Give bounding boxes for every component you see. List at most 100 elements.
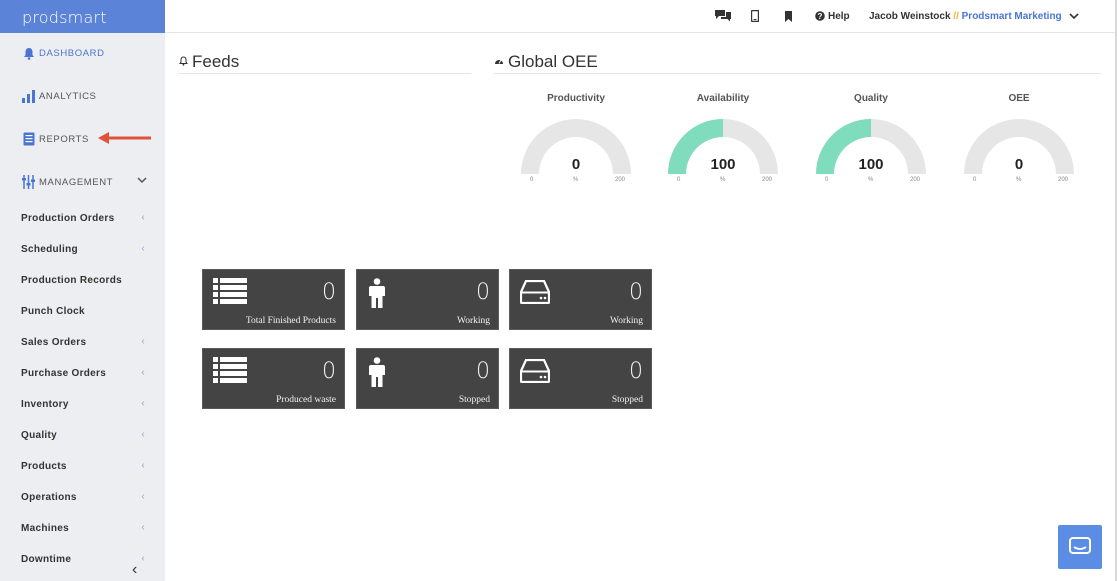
tile-caption: Produced waste (276, 395, 336, 405)
sliders-icon (22, 175, 35, 189)
chat-launcher-button[interactable] (1058, 525, 1102, 569)
sidebar-item-machines[interactable]: Machines ‹ (0, 516, 165, 540)
help-button[interactable]: ? Help (815, 8, 850, 24)
help-label: Help (828, 10, 850, 22)
global-oee-title-text: Global OEE (508, 52, 598, 71)
gauge-unit: % (573, 177, 579, 183)
chevron-left-icon: ‹ (141, 553, 145, 564)
sidebar-item-label: Scheduling (21, 243, 78, 255)
tile-workers-working[interactable]: 0 Working (356, 269, 499, 330)
chevron-down-icon (137, 176, 147, 187)
person-icon (367, 357, 387, 392)
gauge-min: 0 (825, 177, 829, 183)
tile-workers-stopped[interactable]: 0 Stopped (356, 348, 499, 409)
gauge-unit: % (720, 177, 726, 183)
sidebar-item-label: Production Records (21, 274, 122, 286)
chevron-left-icon: ‹ (141, 429, 145, 440)
tile-value: 0 (476, 280, 490, 305)
dashboard-gauge-icon (494, 56, 504, 68)
tile-value: 0 (629, 280, 643, 305)
brand-logo[interactable]: prodsmart (0, 0, 165, 33)
sidebar-item-inventory[interactable]: Inventory ‹ (0, 392, 165, 416)
sidebar-item-label: Downtime (21, 553, 72, 565)
sidebar-item-production-records[interactable]: Production Records (0, 268, 165, 292)
gauge-value: 100 (710, 156, 736, 173)
gauge-min: 0 (973, 177, 977, 183)
gauge-min: 0 (530, 177, 534, 183)
sidebar-item-label: Machines (21, 522, 69, 534)
nav-management[interactable]: MANAGEMENT (0, 167, 165, 197)
sidebar-item-scheduling[interactable]: Scheduling ‹ (0, 237, 165, 261)
tile-value: 0 (476, 359, 490, 384)
user-menu[interactable]: Jacob Weinstock // Prodsmart Marketing (869, 8, 1079, 24)
sidebar-item-sales-orders[interactable]: Sales Orders ‹ (0, 330, 165, 354)
list-icon (213, 278, 247, 309)
user-name: Jacob Weinstock (869, 10, 951, 22)
gauge-max: 200 (910, 177, 921, 183)
chat-icon[interactable] (714, 8, 732, 24)
gauge-oee: 0 0 % 200 (959, 118, 1079, 188)
gauge-value: 100 (858, 156, 884, 173)
sidebar-item-label: Quality (21, 429, 57, 441)
nav-analytics[interactable]: ANALYTICS (0, 81, 165, 111)
tile-produced-waste[interactable]: 0 Produced waste (202, 348, 345, 409)
gauge-max: 200 (1058, 177, 1069, 183)
feeds-title-text: Feeds (192, 52, 240, 71)
svg-text:?: ? (818, 12, 823, 21)
gauge-max: 200 (762, 177, 773, 183)
tile-machines-working[interactable]: 0 Working (509, 269, 652, 330)
tile-value: 0 (322, 280, 336, 305)
tile-machines-stopped[interactable]: 0 Stopped (509, 348, 652, 409)
gauge-max: 200 (615, 177, 626, 183)
chevron-left-icon: ‹ (141, 367, 145, 378)
gauge-unit: % (1016, 177, 1022, 183)
sidebar-item-products[interactable]: Products ‹ (0, 454, 165, 478)
bar-chart-icon (22, 89, 35, 103)
tile-value: 0 (322, 359, 336, 384)
chevron-left-icon: ‹ (141, 398, 145, 409)
sidebar-item-production-orders[interactable]: Production Orders ‹ (0, 206, 165, 230)
nav-management-label: MANAGEMENT (39, 176, 114, 188)
sidebar-item-label: Operations (21, 491, 77, 503)
collapse-sidebar-button[interactable]: ‹ (132, 561, 137, 579)
nav-dashboard[interactable]: DASHBOARD (0, 38, 165, 68)
chevron-left-icon: ‹ (141, 460, 145, 471)
sidebar-item-downtime[interactable]: Downtime ‹ (0, 547, 165, 571)
chevron-down-icon (1069, 12, 1079, 19)
bell-icon (22, 46, 35, 60)
sidebar-item-label: Sales Orders (21, 336, 87, 348)
chevron-left-icon: ‹ (141, 243, 145, 254)
feeds-divider (178, 73, 471, 74)
nav-dashboard-label: DASHBOARD (39, 47, 105, 59)
oee-divider (494, 73, 1101, 74)
sidebar-item-label: Punch Clock (21, 305, 85, 317)
chevron-left-icon: ‹ (141, 212, 145, 223)
sidebar-item-punch-clock[interactable]: Punch Clock (0, 299, 165, 323)
nav-reports-label: REPORTS (39, 133, 89, 145)
tile-caption: Working (609, 316, 643, 326)
gauge-value: 0 (571, 156, 581, 173)
tile-caption: Stopped (458, 395, 490, 405)
gauge-value: 0 (1014, 156, 1024, 173)
gauge-quality: 100 0 % 200 (811, 118, 931, 188)
feeds-title: Feeds (179, 52, 239, 72)
chevron-left-icon: ‹ (141, 522, 145, 533)
bookmark-icon[interactable] (784, 8, 793, 24)
gauge-label-availability: Availability (696, 93, 750, 104)
chevron-left-icon: ‹ (141, 336, 145, 347)
sidebar-item-quality[interactable]: Quality ‹ (0, 423, 165, 447)
sidebar-item-operations[interactable]: Operations ‹ (0, 485, 165, 509)
sidebar-item-purchase-orders[interactable]: Purchase Orders ‹ (0, 361, 165, 385)
sidebar-item-label: Purchase Orders (21, 367, 107, 379)
tile-value: 0 (629, 359, 643, 384)
mobile-icon[interactable] (751, 8, 759, 24)
hard-drive-icon (519, 279, 551, 309)
tile-caption: Working (456, 316, 490, 326)
chevron-left-icon: ‹ (141, 491, 145, 502)
question-circle-icon: ? (815, 11, 825, 21)
gauge-unit: % (868, 177, 874, 183)
tile-total-finished-products[interactable]: 0 Total Finished Products (202, 269, 345, 330)
user-separator: // (953, 10, 959, 22)
annotation-arrow (98, 132, 151, 144)
global-oee-title: Global OEE (494, 52, 598, 72)
